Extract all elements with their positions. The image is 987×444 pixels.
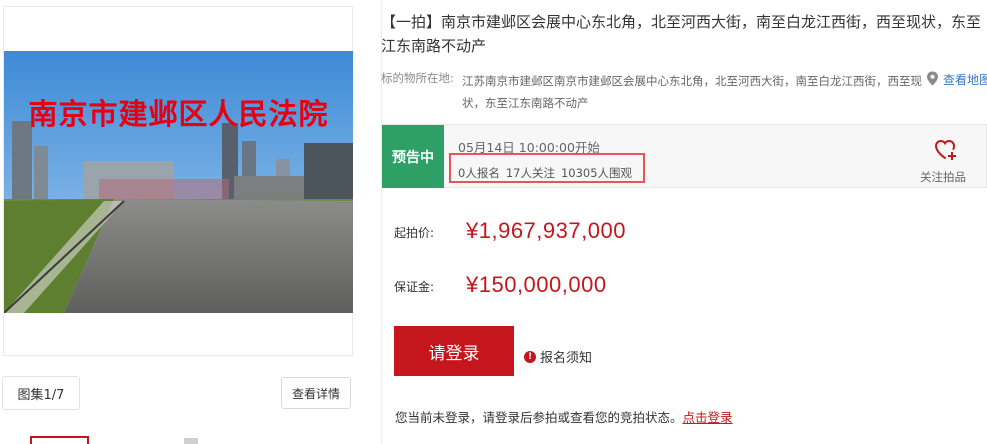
- login-hint: 您当前未登录，请登录后参拍或查看您的竞拍状态。点击登录: [395, 407, 733, 426]
- alert-icon: !: [524, 350, 536, 363]
- lot-title: 【一拍】南京市建邺区会展中心东北角，北至河西大街，南至白龙江西街，西至现状，东至…: [381, 13, 982, 55]
- photo-watermark-caption: 南京市建邺区人民法院: [28, 97, 329, 131]
- thumbnail[interactable]: [184, 438, 198, 444]
- click-login-link[interactable]: 点击登录: [683, 410, 733, 425]
- thumbnail-selected[interactable]: [30, 436, 89, 444]
- login-button[interactable]: 请登录: [394, 326, 514, 376]
- registration-notice[interactable]: ! 报名须知: [524, 347, 592, 366]
- signup-count: 0人报名: [458, 166, 500, 180]
- auction-status-bar: 预告中 05月14日 10:00:00开始 0人报名 17人关注 10305人围观 …: [381, 124, 987, 188]
- registration-notice-label: 报名须知: [540, 351, 593, 366]
- view-details-button[interactable]: 查看详情: [281, 377, 351, 409]
- map-pin-icon[interactable]: [926, 71, 939, 90]
- follow-lot-label[interactable]: 关注拍品: [920, 169, 966, 185]
- login-hint-text: 您当前未登录，请登录后参拍或查看您的竞拍状态。: [395, 410, 683, 425]
- start-price-value: ¥1,967,937,000: [466, 218, 626, 243]
- status-badge: 预告中: [382, 125, 444, 188]
- view-count: 10305人围观: [560, 166, 633, 180]
- auction-stats: 0人报名 17人关注 10305人围观: [458, 165, 638, 181]
- column-divider: [381, 0, 382, 444]
- location-text: 江苏南京市建邺区南京市建邺区会展中心东北角，北至河西大街，南至白龙江西街，西至现…: [462, 74, 922, 110]
- location-label: 标的物所在地:: [381, 71, 454, 85]
- deposit-label: 保证金:: [394, 280, 435, 294]
- view-map-link[interactable]: 查看地图: [943, 71, 987, 88]
- gallery-frame: 南京市建邺区人民法院: [3, 6, 353, 356]
- deposit-value: ¥150,000,000: [466, 272, 607, 297]
- album-counter-tab[interactable]: 图集1/7: [2, 376, 80, 410]
- follower-count: 17人关注: [505, 166, 555, 180]
- start-price-label: 起拍价:: [394, 226, 435, 240]
- main-photo[interactable]: 南京市建邺区人民法院: [4, 51, 353, 313]
- heart-plus-icon[interactable]: [934, 139, 958, 165]
